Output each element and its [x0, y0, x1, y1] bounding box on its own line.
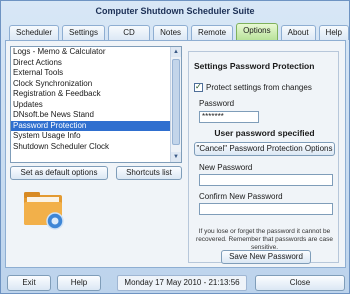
tab-help[interactable]: Help	[318, 25, 349, 40]
protect-settings-checkbox[interactable]	[194, 82, 203, 92]
list-item[interactable]: Logs - Memo & Calculator	[11, 47, 181, 58]
scroll-up-arrow-icon[interactable]: ▲	[171, 47, 181, 57]
password-protection-title: Settings Password Protection	[194, 61, 315, 71]
tab-bar: Scheduler Settings CD Tray Notes Remote …	[9, 23, 349, 50]
tab-notes[interactable]: Notes	[153, 25, 189, 40]
confirm-password-label: Confirm New Password	[199, 192, 283, 201]
tab-options[interactable]: Options	[236, 23, 278, 40]
datetime-display: Monday 17 May 2010 - 21:13:56	[117, 275, 247, 291]
protect-settings-row[interactable]: Protect settings from changes	[194, 82, 312, 92]
tab-about[interactable]: About	[280, 25, 316, 40]
set-default-options-button[interactable]: Set as default options	[10, 166, 108, 180]
window-title: Computer Shutdown Scheduler Suite	[95, 6, 255, 16]
list-item[interactable]: Registration & Feedback	[11, 89, 181, 100]
tab-remote[interactable]: Remote	[191, 25, 234, 40]
save-new-password-button[interactable]: Save New Password	[221, 250, 311, 264]
folder-lock-icon	[24, 192, 64, 230]
password-field[interactable]: *******	[199, 111, 259, 123]
password-label: Password	[199, 99, 235, 108]
close-button[interactable]: Close	[255, 275, 345, 291]
exit-button[interactable]: Exit	[7, 275, 51, 291]
help-button[interactable]: Help	[57, 275, 101, 291]
new-password-label: New Password	[199, 163, 253, 172]
list-item-selected[interactable]: Password Protection	[11, 120, 181, 131]
list-item[interactable]: System Usage Info	[11, 131, 181, 142]
list-item[interactable]: DNsoft.be News Stand	[11, 110, 181, 121]
user-password-heading: User password specified	[214, 128, 315, 138]
list-item[interactable]: Clock Synchronization	[11, 79, 181, 90]
options-list[interactable]: Logs - Memo & Calculator Direct Actions …	[10, 46, 182, 163]
list-item[interactable]: Updates	[11, 100, 181, 111]
scroll-down-arrow-icon[interactable]: ▼	[171, 152, 181, 162]
list-scrollbar[interactable]: ▲ ▼	[170, 47, 181, 162]
shortcuts-list-button[interactable]: Shortcuts list	[116, 166, 182, 180]
tab-scheduler[interactable]: Scheduler	[9, 25, 60, 40]
protect-settings-label: Protect settings from changes	[206, 83, 312, 92]
new-password-field[interactable]	[199, 174, 333, 186]
list-item[interactable]: Shutdown Scheduler Clock	[11, 142, 181, 153]
tab-cd-tray[interactable]: CD Tray	[107, 25, 151, 50]
list-item[interactable]: Direct Actions	[11, 58, 181, 69]
password-warning-note: If you lose or forget the password it ca…	[196, 228, 333, 251]
password-protection-box: Settings Password Protection Protect set…	[188, 51, 339, 264]
cancel-password-protection-button[interactable]: "Cancel" Password Protection Options	[194, 142, 335, 156]
main-window: Computer Shutdown Scheduler Suite Schedu…	[0, 0, 350, 294]
tab-settings[interactable]: Settings	[62, 25, 105, 40]
list-item[interactable]: External Tools	[11, 68, 181, 79]
confirm-password-field[interactable]	[199, 203, 333, 215]
scroll-thumb[interactable]	[172, 59, 180, 145]
options-panel: Logs - Memo & Calculator Direct Actions …	[5, 40, 346, 268]
